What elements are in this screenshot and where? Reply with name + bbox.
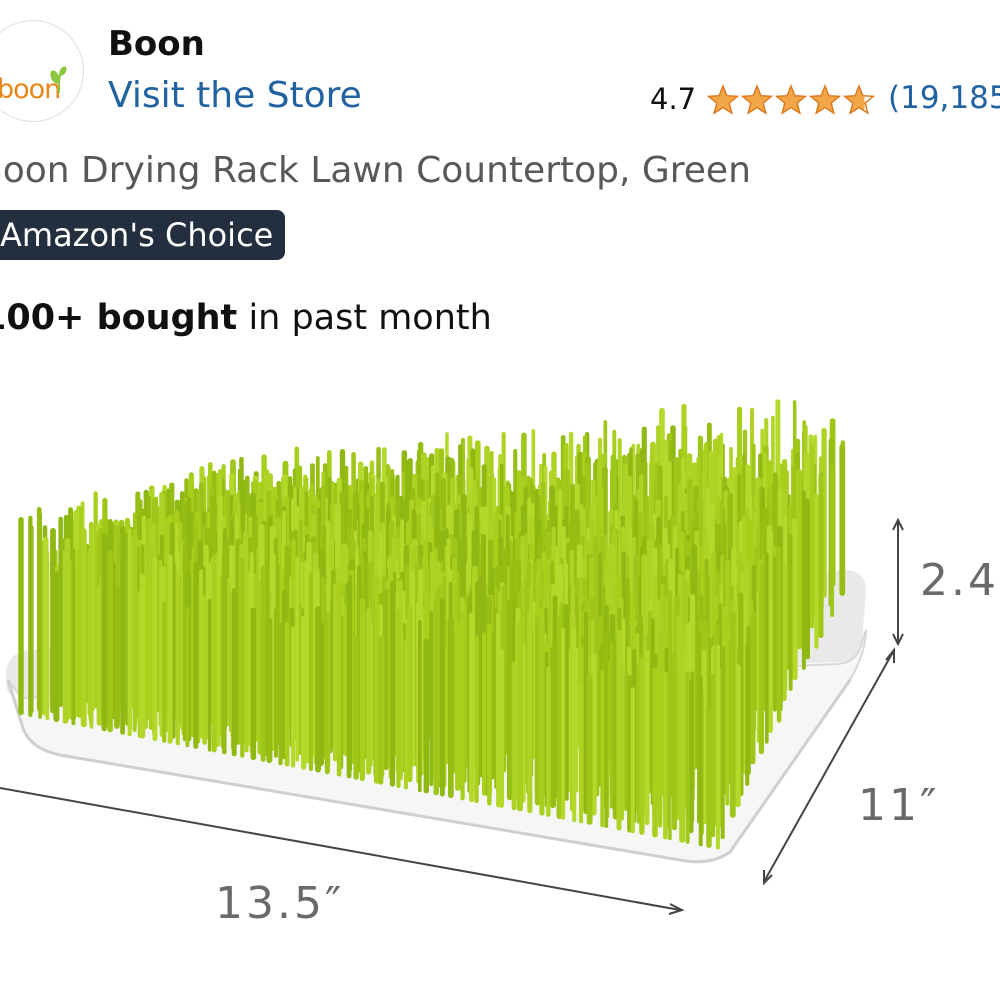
store-logo[interactable]: boon	[0, 20, 84, 122]
star-icon	[707, 84, 740, 115]
star-icon	[808, 84, 842, 115]
grass-drying-rack-image[interactable]: 2.4 11″ 13.5″	[0, 380, 1000, 1000]
rating-value: 4.7	[650, 82, 697, 116]
star-icon	[774, 84, 808, 115]
bought-in-past-month: 100+ bought in past month	[0, 298, 492, 338]
product-title: Boon Drying Rack Lawn Countertop, Green	[0, 150, 751, 191]
depth-dimension-label: 11″	[858, 780, 939, 831]
rating-count-link[interactable]: (19,185	[888, 80, 1000, 116]
height-dimension-label: 2.4	[920, 555, 999, 606]
visit-store-link[interactable]: Visit the Store	[108, 75, 362, 116]
width-dimension-label: 13.5″	[215, 878, 344, 929]
brand-name: Boon	[108, 24, 205, 64]
star-rating-icon[interactable]	[707, 84, 877, 116]
amazons-choice-badge[interactable]: Amazon's Choice	[0, 210, 286, 260]
leaf-icon	[50, 66, 67, 94]
grass-blades	[18, 399, 846, 850]
bought-period: in past month	[248, 298, 492, 338]
star-icon	[740, 84, 774, 115]
bought-count: 100+ bought	[0, 298, 238, 338]
star-icon	[842, 84, 876, 115]
